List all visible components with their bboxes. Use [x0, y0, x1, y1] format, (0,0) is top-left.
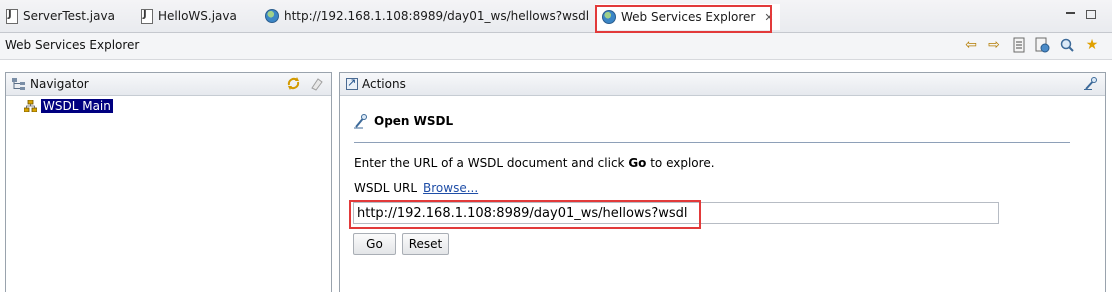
- wsdl-page-icon[interactable]: [1034, 37, 1050, 53]
- actions-icon: [346, 76, 358, 90]
- wsdl-url-label-row: WSDL URL Browse...: [354, 181, 478, 195]
- tab-label: http://192.168.1.108:8989/day01_ws/hello…: [284, 9, 590, 23]
- search-icon[interactable]: [1059, 37, 1075, 53]
- actions-panel: Actions Open WSDL Enter the URL of a WSD…: [339, 72, 1106, 292]
- section-title: Open WSDL: [374, 114, 454, 128]
- wsdl-url-input[interactable]: [353, 202, 999, 224]
- globe-icon: [265, 9, 279, 23]
- favorites-star-icon[interactable]: ★: [1084, 37, 1100, 53]
- tab-wsdl-url[interactable]: http://192.168.1.108:8989/day01_ws/hello…: [265, 6, 589, 26]
- history-icon[interactable]: [1011, 37, 1027, 53]
- wsdl-url-label: WSDL URL: [354, 181, 418, 195]
- instruction-post: to explore.: [646, 156, 715, 170]
- forward-arrow-icon[interactable]: ⇨: [986, 37, 1002, 53]
- editor-tab-bar: ServerTest.java HelloWS.java http://192.…: [0, 0, 1112, 33]
- tab-highlight-box: [595, 5, 772, 33]
- instruction-text: Enter the URL of a WSDL document and cli…: [354, 156, 715, 170]
- view-toolbar: Web Services Explorer ⇦ ⇨ ★: [0, 33, 1112, 60]
- view-title: Web Services Explorer: [5, 38, 140, 52]
- browse-link[interactable]: Browse...: [423, 181, 478, 195]
- go-button[interactable]: Go: [353, 233, 396, 255]
- refresh-icon[interactable]: [285, 76, 301, 92]
- tab-label: HelloWS.java: [158, 9, 237, 23]
- reset-button[interactable]: Reset: [402, 233, 449, 255]
- wsdl-open-icon: [354, 113, 368, 129]
- tab-servertest[interactable]: ServerTest.java: [6, 6, 115, 26]
- navigator-header: Navigator: [6, 73, 331, 96]
- wsdl-search-icon[interactable]: [1082, 76, 1098, 92]
- java-file-icon: [6, 8, 18, 24]
- tree-item-wsdl-main[interactable]: WSDL Main: [23, 99, 113, 113]
- open-wsdl-heading: Open WSDL: [354, 113, 453, 129]
- tree-item-label: WSDL Main: [41, 99, 113, 113]
- maximize-icon[interactable]: [1086, 10, 1096, 19]
- java-file-icon: [141, 8, 153, 24]
- tree-node-icon: [23, 99, 38, 113]
- instruction-pre: Enter the URL of a WSDL document and cli…: [354, 156, 629, 170]
- section-divider: [354, 142, 1070, 143]
- instruction-go: Go: [628, 156, 647, 170]
- navigator-title: Navigator: [30, 77, 89, 91]
- tab-label: ServerTest.java: [23, 9, 115, 23]
- navigator-panel: Navigator WSDL Main: [5, 72, 332, 292]
- tab-hellows[interactable]: HelloWS.java: [141, 6, 237, 26]
- navigator-icon: [12, 78, 26, 90]
- minimize-icon[interactable]: [1064, 7, 1076, 19]
- actions-title: Actions: [362, 77, 406, 91]
- clear-eraser-icon[interactable]: [308, 76, 324, 92]
- actions-header: Actions: [340, 73, 1105, 96]
- back-arrow-icon[interactable]: ⇦: [963, 37, 979, 53]
